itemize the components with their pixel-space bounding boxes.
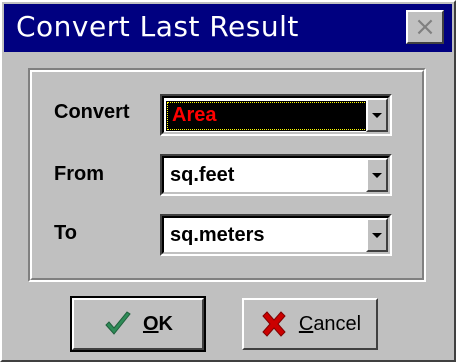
from-value: sq.feet — [170, 164, 235, 186]
to-value: sq.meters — [170, 224, 265, 246]
chevron-down-icon — [372, 112, 382, 118]
cancel-button[interactable]: Cancel — [242, 298, 378, 350]
to-select[interactable]: sq.meters — [160, 214, 392, 256]
chevron-down-icon — [372, 232, 382, 238]
x-icon — [262, 311, 286, 337]
ok-label: OK — [142, 312, 173, 335]
from-label: From — [54, 163, 104, 185]
to-label: To — [54, 222, 77, 244]
title-bar[interactable]: Convert Last Result × — [4, 4, 452, 52]
checkmark-icon — [105, 311, 131, 335]
convert-selection: Area — [166, 101, 374, 131]
from-dropdown-button[interactable] — [366, 158, 388, 192]
convert-label: Convert — [54, 101, 130, 123]
chevron-down-icon — [372, 172, 382, 178]
to-dropdown-button[interactable] — [366, 218, 388, 252]
convert-select[interactable]: Area — [160, 94, 392, 136]
ok-button[interactable]: OK — [70, 296, 206, 352]
close-icon: × — [414, 12, 436, 42]
convert-dialog: Convert Last Result × Convert Area From … — [0, 0, 456, 362]
cancel-label: Cancel — [298, 312, 362, 335]
close-button[interactable]: × — [406, 10, 444, 44]
convert-value: Area — [172, 104, 217, 126]
convert-dropdown-button[interactable] — [366, 98, 388, 132]
window-title: Convert Last Result — [16, 10, 299, 43]
from-select[interactable]: sq.feet — [160, 154, 392, 196]
